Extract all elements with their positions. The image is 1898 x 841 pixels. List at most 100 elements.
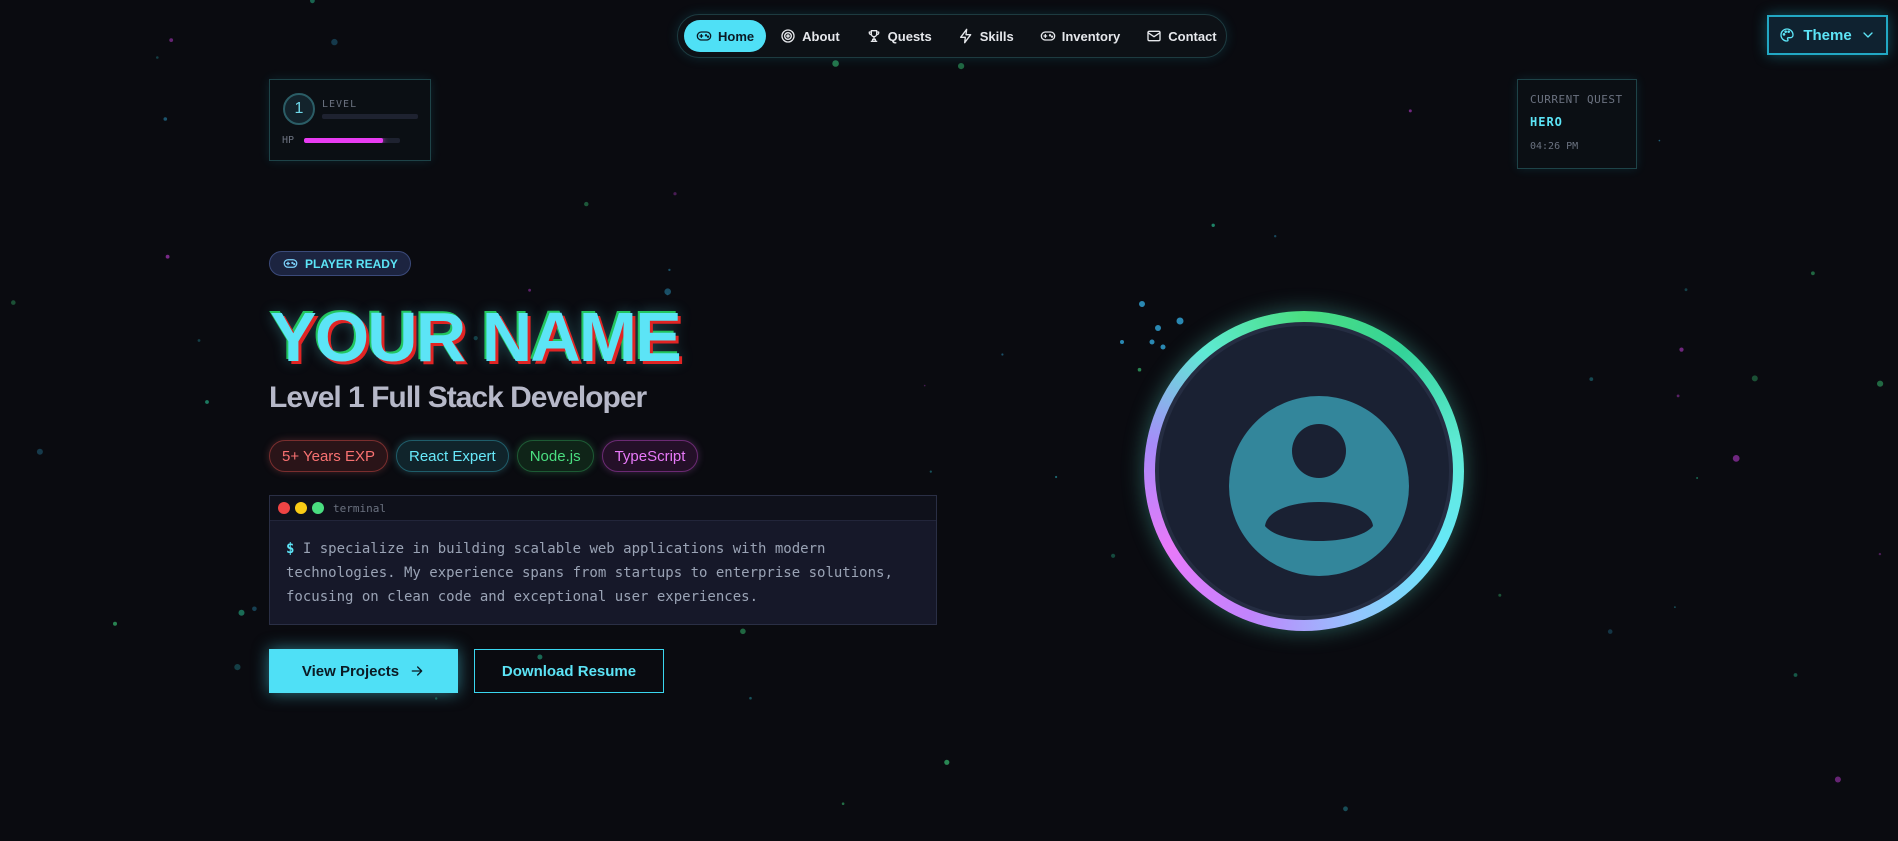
- gamepad-icon: [283, 259, 298, 268]
- hp-label: HP: [282, 135, 295, 146]
- particle: [1274, 235, 1277, 238]
- button-label: Download Resume: [501, 662, 637, 680]
- particle: [1751, 375, 1758, 382]
- terminal-label: terminal: [333, 501, 386, 515]
- particle: [1137, 367, 1142, 372]
- nav-item-label: Skills: [979, 28, 1014, 44]
- download-resume-button[interactable]: Download Resume: [474, 649, 664, 693]
- level-label: LEVEL: [322, 99, 358, 110]
- gamepad-icon: [1040, 31, 1056, 41]
- theme-button[interactable]: Theme: [1767, 15, 1888, 55]
- particle: [1674, 606, 1676, 608]
- target-icon: [781, 29, 795, 43]
- particle: [832, 60, 839, 67]
- hero-title: Level 1 Full Stack Developer: [269, 381, 647, 414]
- quest-time: 04:26 PM: [1530, 141, 1579, 152]
- palette-icon: [1780, 28, 1794, 42]
- gamepad-icon: [696, 31, 712, 41]
- badge-label: PLAYER READY: [305, 256, 398, 271]
- current-quest-panel: CURRENT QUEST HERO 04:26 PM: [1517, 79, 1637, 169]
- particle: [1001, 353, 1004, 356]
- terminal-body: $ I specialize in building scalable web …: [270, 521, 936, 609]
- particle: [1877, 380, 1884, 387]
- particle: [238, 609, 245, 616]
- hp-bar-fill: [304, 138, 383, 143]
- terminal-titlebar: terminal: [270, 496, 936, 521]
- particle: [1658, 139, 1661, 142]
- particle: [1676, 394, 1680, 398]
- close-dot-icon: [278, 502, 290, 514]
- avatar: [1144, 311, 1464, 631]
- particle: [1498, 593, 1502, 597]
- particle: [163, 117, 168, 121]
- avatar-inner: [1155, 322, 1453, 620]
- particle: [740, 628, 746, 635]
- mail-icon: [1147, 30, 1161, 42]
- particle: [1139, 301, 1145, 307]
- page: Home About Quests Skills Inventory Conta…: [0, 0, 1898, 841]
- particle: [1834, 776, 1841, 783]
- particle: [234, 664, 241, 671]
- view-projects-button[interactable]: View Projects: [269, 649, 458, 693]
- chevron-down-icon: [1863, 32, 1873, 38]
- xp-bar: [322, 114, 418, 119]
- nav-item-skills[interactable]: Skills: [946, 20, 1026, 52]
- particle: [958, 63, 965, 70]
- nav-item-label: About: [802, 28, 840, 44]
- particle: [310, 0, 315, 4]
- zap-icon: [959, 28, 972, 44]
- nav-item-contact[interactable]: Contact: [1134, 20, 1228, 52]
- particle: [841, 802, 845, 805]
- nav-item-quests[interactable]: Quests: [854, 20, 944, 52]
- nav-item-home[interactable]: Home: [684, 20, 767, 52]
- tag-experience: 5+ Years EXP: [269, 440, 388, 472]
- nav-item-about[interactable]: About: [768, 20, 852, 52]
- particle: [929, 470, 932, 473]
- tag-node: Node.js: [516, 440, 594, 472]
- particle: [1120, 340, 1124, 344]
- theme-label: Theme: [1803, 26, 1852, 44]
- particle: [169, 38, 174, 42]
- particle: [165, 254, 170, 259]
- quest-title: CURRENT QUEST: [1530, 93, 1623, 106]
- nav-item-inventory[interactable]: Inventory: [1028, 20, 1133, 52]
- minimize-dot-icon: [295, 502, 307, 514]
- particle: [1696, 477, 1699, 479]
- skill-tags: 5+ Years EXP React Expert Node.js TypeSc…: [269, 440, 699, 472]
- trophy-icon: [868, 30, 880, 42]
- particle: [1589, 377, 1594, 381]
- particle: [1811, 271, 1815, 276]
- particle: [1793, 673, 1798, 677]
- player-ready-badge: PLAYER READY: [269, 251, 411, 276]
- particle: [1878, 552, 1882, 556]
- particle: [944, 759, 950, 765]
- particle: [664, 288, 671, 296]
- particle: [584, 201, 589, 207]
- particle: [331, 38, 338, 46]
- nav-item-label: Home: [718, 28, 755, 44]
- button-label: View Projects: [301, 662, 400, 680]
- player-stats-panel: 1 LEVEL HP: [269, 79, 431, 161]
- particle: [1732, 455, 1740, 462]
- nav-item-label: Contact: [1168, 28, 1217, 44]
- arrow-right-icon: [411, 666, 423, 676]
- tag-react: React Expert: [396, 440, 509, 472]
- maximize-dot-icon: [312, 502, 324, 514]
- particle: [435, 697, 438, 700]
- particle: [113, 621, 117, 626]
- particle: [1684, 288, 1688, 292]
- nav-item-label: Inventory: [1061, 28, 1121, 44]
- particle: [668, 268, 671, 272]
- terminal-window: terminal $ I specialize in building scal…: [269, 495, 937, 625]
- user-icon: [1229, 396, 1409, 576]
- quest-name: HERO: [1530, 115, 1563, 129]
- particle: [528, 288, 531, 292]
- particle: [252, 606, 257, 612]
- tag-typescript: TypeScript: [601, 440, 699, 472]
- hp-bar: [304, 138, 400, 143]
- particle: [1343, 806, 1348, 812]
- particle: [205, 400, 209, 404]
- nav-item-label: Quests: [887, 28, 932, 44]
- terminal-text: I specialize in building scalable web ap…: [286, 541, 893, 605]
- particle: [1679, 347, 1684, 352]
